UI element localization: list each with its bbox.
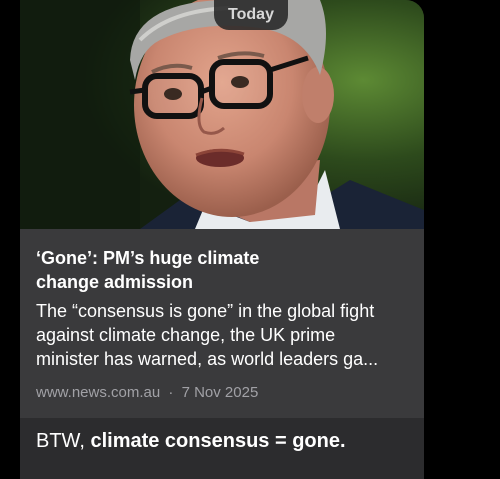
article-description: The “consensus is gone” in the global fi… bbox=[36, 299, 416, 371]
message-prefix: BTW, bbox=[36, 430, 91, 452]
article-date: 7 Nov 2025 bbox=[181, 384, 259, 401]
link-preview-card[interactable]: ‘Gone’: PM’s huge climate change admissi… bbox=[20, 0, 424, 418]
chat-screen: ‘Gone’: PM’s huge climate change admissi… bbox=[0, 0, 500, 479]
article-meta: www.news.com.au · 7 Nov 2025 bbox=[36, 383, 258, 403]
message-emphasis: climate consensus = gone. bbox=[90, 430, 346, 452]
article-title[interactable]: ‘Gone’: PM’s huge climate change admissi… bbox=[36, 246, 406, 294]
article-photo-image bbox=[20, 0, 424, 229]
article-description-line: The “consensus is gone” in the global fi… bbox=[36, 301, 375, 321]
article-description-line: against climate change, the UK prime bbox=[36, 325, 336, 345]
article-source: www.news.com.au bbox=[36, 384, 161, 401]
article-title-line: change admission bbox=[36, 272, 194, 292]
date-separator-pill: Today bbox=[214, 0, 288, 30]
link-preview-text[interactable]: ‘Gone’: PM’s huge climate change admissi… bbox=[20, 229, 424, 418]
article-description-line: minister has warned, as world leaders ga… bbox=[36, 349, 379, 369]
article-title-line: ‘Gone’: PM’s huge climate bbox=[36, 248, 260, 268]
article-photo[interactable] bbox=[20, 0, 424, 229]
message-bubble[interactable]: ‘Gone’: PM’s huge climate change admissi… bbox=[20, 0, 424, 479]
message-text: BTW, climate consensus = gone. bbox=[36, 428, 346, 454]
meta-separator: · bbox=[168, 384, 174, 401]
